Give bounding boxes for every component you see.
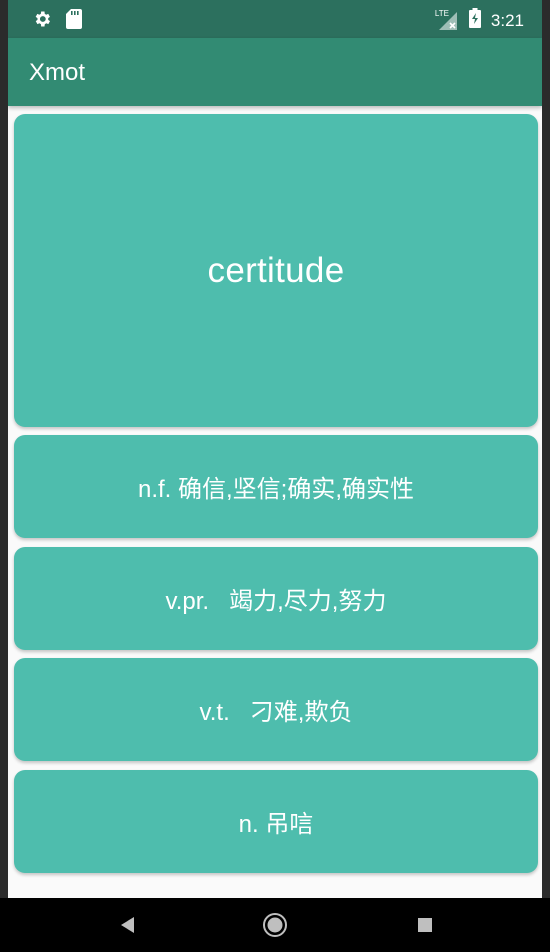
answer-option-2[interactable]: v.pr. 竭力,尽力,努力 [14, 547, 538, 650]
app-bar: Xmot [8, 38, 542, 106]
navigation-bar [0, 898, 550, 952]
word-card[interactable]: certitude [14, 114, 538, 427]
status-time: 3:21 [490, 10, 524, 30]
answer-option-text: v.pr. 竭力,尽力,努力 [165, 588, 387, 615]
answer-option-1[interactable]: n.f. 确信,坚信;确实,确实性 [14, 435, 538, 538]
quiz-word: certitude [207, 250, 345, 290]
answer-option-4[interactable]: n. 吊唁 [14, 770, 538, 873]
back-icon[interactable] [114, 912, 140, 938]
answer-option-text: n.f. 确信,坚信;确实,确实性 [137, 476, 415, 503]
status-right-icons: LTE 3:21 [435, 8, 524, 33]
device-screen: LTE 3:21 Xmot certitude n.f. 确信,坚信;确实,确实… [8, 0, 542, 952]
recents-icon[interactable] [412, 912, 438, 938]
battery-charging-icon [468, 8, 481, 33]
sd-card-icon [66, 9, 82, 34]
answer-option-3[interactable]: v.t. 刁难,欺负 [14, 658, 538, 761]
status-bar: LTE 3:21 [8, 0, 542, 38]
home-icon[interactable] [262, 912, 288, 938]
signal-icon: LTE [435, 9, 459, 32]
gear-icon [32, 9, 52, 34]
answer-option-text: v.t. 刁难,欺负 [199, 699, 353, 726]
status-left-icons [32, 9, 82, 34]
answer-option-text: n. 吊唁 [238, 811, 314, 838]
app-title: Xmot [29, 59, 86, 86]
